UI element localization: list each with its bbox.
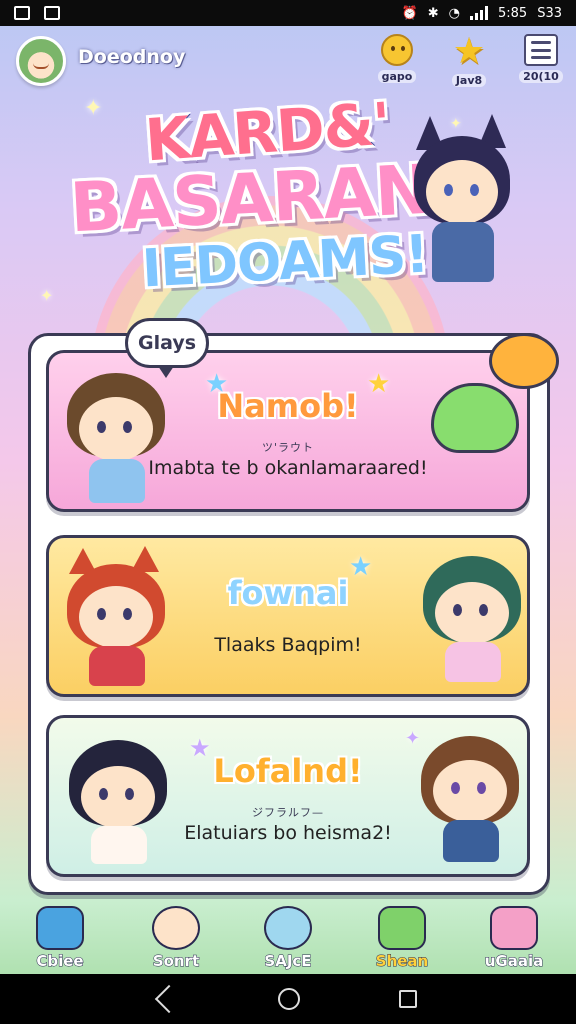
tower-icon xyxy=(490,906,538,950)
star-button[interactable]: ★ Jav8 xyxy=(442,34,496,87)
card-character xyxy=(61,542,171,692)
speech-bubble-tag: Glays xyxy=(125,318,209,378)
bucket-icon xyxy=(378,906,426,950)
nav-item-bucket[interactable]: Shean xyxy=(364,900,440,971)
recent-apps-icon[interactable] xyxy=(398,990,417,1008)
menu-button[interactable]: 20(10 xyxy=(514,34,568,83)
card-character xyxy=(61,363,171,513)
status-bar: ⏰ ✱ ◔ 5:85 S33 xyxy=(0,0,576,26)
nav-label: Shean xyxy=(375,952,429,971)
bear-icon xyxy=(152,906,200,950)
wifi-icon: ◔ xyxy=(448,5,460,21)
menu-button-label: 20(10 xyxy=(519,70,563,83)
orange-blob-icon xyxy=(489,333,559,389)
smiley-icon xyxy=(381,34,413,66)
nav-label: Sonrt xyxy=(152,952,200,971)
mode-card-1[interactable]: ★ ★ Namob! ツ'ラウト Imabta te b okanlamaraa… xyxy=(46,333,559,513)
avatar[interactable] xyxy=(16,36,66,86)
smiley-button-label: gapo xyxy=(377,70,417,83)
card-character xyxy=(417,544,527,694)
star-icon: ★ xyxy=(452,31,486,72)
slime-icon xyxy=(431,383,519,453)
nav-label: Cbiee xyxy=(36,952,84,971)
top-bar: Doeodnoy gapo ★ Jav8 20(10 xyxy=(0,26,576,96)
status-time: 5:85 xyxy=(498,5,528,21)
list-icon xyxy=(524,34,558,66)
mode-card-2[interactable]: ★ fownai Tlaaks Baqpim! xyxy=(46,535,530,697)
notification-icon xyxy=(44,6,60,20)
mascot-character xyxy=(408,110,528,300)
nav-item-castle[interactable]: Cbiee xyxy=(22,900,98,971)
sparkle-icon: ✦ xyxy=(40,286,54,305)
home-icon[interactable] xyxy=(277,988,300,1010)
bottom-nav: Cbiee Sonrt SAJcE Shean uGaaia xyxy=(0,896,576,974)
orb-icon xyxy=(264,906,312,950)
star-button-label: Jav8 xyxy=(451,74,487,87)
battery-level: S33 xyxy=(537,5,562,21)
gallery-icon xyxy=(14,6,30,20)
nav-item-bear[interactable]: Sonrt xyxy=(138,900,214,971)
nav-item-orb[interactable]: SAJcE xyxy=(250,900,326,971)
smiley-button[interactable]: gapo xyxy=(370,34,424,83)
back-icon[interactable] xyxy=(155,984,184,1014)
castle-icon xyxy=(36,906,84,950)
bluetooth-icon: ✱ xyxy=(427,5,439,21)
nav-label: SAJcE xyxy=(264,952,312,971)
username: Doeodnoy xyxy=(78,46,186,68)
mode-card-3[interactable]: ★ ✦ Lofalnd! ジフラルフ— Elatuiars bo heisma2… xyxy=(46,715,530,877)
signal-icon xyxy=(470,6,488,20)
nav-label: uGaaia xyxy=(484,952,544,971)
card-character xyxy=(415,724,525,874)
system-nav-bar xyxy=(0,974,576,1024)
card-description: Imabta te b okanlamaraared! xyxy=(148,457,428,479)
sparkle-icon: ✦ xyxy=(84,96,103,121)
nav-item-tower[interactable]: uGaaia xyxy=(476,900,552,971)
alarm-icon: ⏰ xyxy=(401,5,418,21)
card-character xyxy=(63,726,173,876)
